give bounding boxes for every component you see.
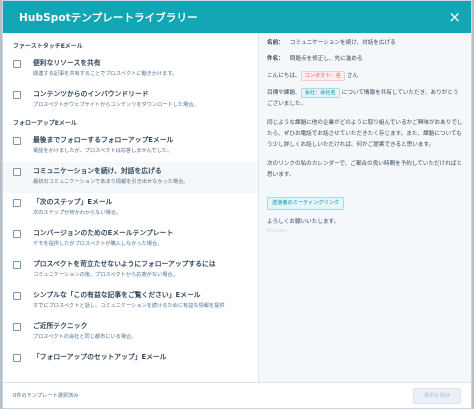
template-desc: デモを提供したがプロスペクトが購入しなかった場合。 <box>33 241 163 247</box>
template-checkbox[interactable] <box>13 230 21 238</box>
template-item[interactable]: 便利なリソースを共有 関連する記事を共有することでプロスペクトに働きかけます。 <box>3 54 258 85</box>
template-title: ご近所テクニック <box>33 322 88 330</box>
template-checkbox[interactable] <box>13 91 21 99</box>
template-title: コンバージョンのためのEメールテンプレート <box>33 229 174 237</box>
template-desc: 電話をかけましたが、プロスペクトは応答しませんでした。 <box>33 148 173 154</box>
greeting-suffix: さん <box>346 73 359 79</box>
template-title: コンテンツからのインバウンドリード <box>33 90 149 98</box>
preview-paragraph-1: 目標や課題、 会社：会社名 について情報を共有していただき、ありがとうございました。 <box>267 88 463 110</box>
modal-header: HubSpotテンプレートライブラリー × <box>3 1 471 33</box>
preview-closing: よろしくお願いいたします。 <box>267 219 340 225</box>
template-checkbox[interactable] <box>13 168 21 176</box>
section-label-follow-up: フォローアップEメール <box>13 120 77 127</box>
template-title: 便利なリソースを共有 <box>33 59 101 67</box>
template-title: 「次のステップ」Eメール <box>33 198 113 206</box>
preview-paragraph-2: 同じような課題に他の企業がどのように取り組んでいるかご興味がおありでしたら、ぜひ… <box>267 120 463 148</box>
template-checkbox[interactable] <box>13 60 21 68</box>
p1-prefix: 目標や課題、 <box>267 90 301 96</box>
template-desc: 最初のコミュニケーションであまり情報を引き出せなかった場合。 <box>33 179 189 185</box>
preview-sender-name: Ryutaro <box>267 228 288 234</box>
template-desc: プロスペクトの会社と同じ都市にいる場合。 <box>33 334 137 340</box>
template-list: ファーストタッチEメール 便利なリソースを共有 関連する記事を共有することでプロ… <box>3 33 259 382</box>
preview-paragraph-3: 次のリンクの私のカレンダーで、ご都合の良い時間を予約していただければと思います。 <box>267 161 463 178</box>
contact-token: コンタクト：名 <box>300 71 345 81</box>
template-desc: すでにプロスペクトと話し、コミュニケーションを続けるために有益な情報を提供 <box>33 303 225 309</box>
save-selection-button[interactable]: 選択を保存 <box>413 387 461 404</box>
template-item[interactable]: コンテンツからのインバウンドリード プロスペクトがウェブサイトからコンテンツをダ… <box>3 85 258 116</box>
template-preview: 名前： コミュニケーションを続け、対話を広げる 件名： 問題点を修正し、先に進める … <box>259 33 471 382</box>
meeting-link-token: 送信者のミーティングリンク <box>267 197 345 210</box>
template-library-modal: HubSpotテンプレートライブラリー × ファーストタッチEメール 便利なリソ… <box>2 0 472 409</box>
name-label: 名前： <box>267 40 284 46</box>
template-checkbox[interactable] <box>13 323 21 331</box>
template-desc: プロスペクトがウェブサイトからコンテンツをダウンロードした場合。 <box>33 102 199 108</box>
template-desc: 関連する記事を共有することでプロスペクトに働きかけます。 <box>33 71 178 77</box>
template-item[interactable]: プロスペクトを苛立たせないようにフォローアップするには コミュニケーションの後、… <box>3 255 258 286</box>
template-checkbox[interactable] <box>13 261 21 269</box>
template-desc: コミュニケーションの後、プロスペクトから応答がない場合。 <box>33 272 178 278</box>
company-token: 会社：会社名 <box>300 88 340 98</box>
template-title: 「フォローアップのセットアップ」Eメール <box>33 353 167 361</box>
template-desc: 次のステップが何かわからない場合。 <box>33 210 122 216</box>
section-label-first-touch: ファーストタッチEメール <box>13 43 83 50</box>
template-item[interactable]: 「次のステップ」Eメール 次のステップが何かわからない場合。 <box>3 193 258 224</box>
template-item[interactable]: 「フォローアップのセットアップ」Eメール <box>3 348 258 379</box>
preview-name: 名前： コミュニケーションを続け、対話を広げる <box>267 39 463 48</box>
template-item-selected[interactable]: コミュニケーションを続け、対話を広げる 最初のコミュニケーションであまり情報を引… <box>3 162 258 193</box>
close-icon[interactable]: × <box>448 9 461 25</box>
template-checkbox[interactable] <box>13 292 21 300</box>
template-item[interactable]: ご近所テクニック プロスペクトの会社と同じ都市にいる場合。 <box>3 317 258 348</box>
template-title: プロスペクトを苛立たせないようにフォローアップするには <box>33 260 216 268</box>
template-checkbox[interactable] <box>13 137 21 145</box>
selected-count: 0件のテンプレート選択済み <box>13 393 79 399</box>
modal-body: ファーストタッチEメール 便利なリソースを共有 関連する記事を共有することでプロ… <box>3 33 471 382</box>
name-value: コミュニケーションを続け、対話を広げる <box>289 40 396 46</box>
template-title: コミュニケーションを続け、対話を広げる <box>33 167 162 175</box>
subject-value: 問題点を修正し、先に進める <box>289 56 363 62</box>
greeting-prefix: こんにちは、 <box>267 73 301 79</box>
template-checkbox[interactable] <box>13 199 21 207</box>
template-title: シンプルな「この有益な記事をご覧ください」Eメール <box>33 291 201 299</box>
modal-title: HubSpotテンプレートライブラリー <box>19 11 198 24</box>
preview-greeting: こんにちは、 コンタクト：名 さん <box>267 71 463 82</box>
template-title: 最後までフォローするフォローアップEメール <box>33 136 174 144</box>
modal-footer: 0件のテンプレート選択済み 選択を保存 <box>3 382 471 408</box>
template-checkbox[interactable] <box>13 354 21 362</box>
template-item[interactable]: シンプルな「この有益な記事をご覧ください」Eメール すでにプロスペクトと話し、コ… <box>3 286 258 317</box>
preview-subject: 件名： 問題点を修正し、先に進める <box>267 55 463 64</box>
template-item[interactable]: コンバージョンのためのEメールテンプレート デモを提供したがプロスペクトが購入し… <box>3 224 258 255</box>
subject-label: 件名： <box>267 56 284 62</box>
template-item[interactable]: 最後までフォローするフォローアップEメール 電話をかけましたが、プロスペクトは応… <box>3 131 258 162</box>
